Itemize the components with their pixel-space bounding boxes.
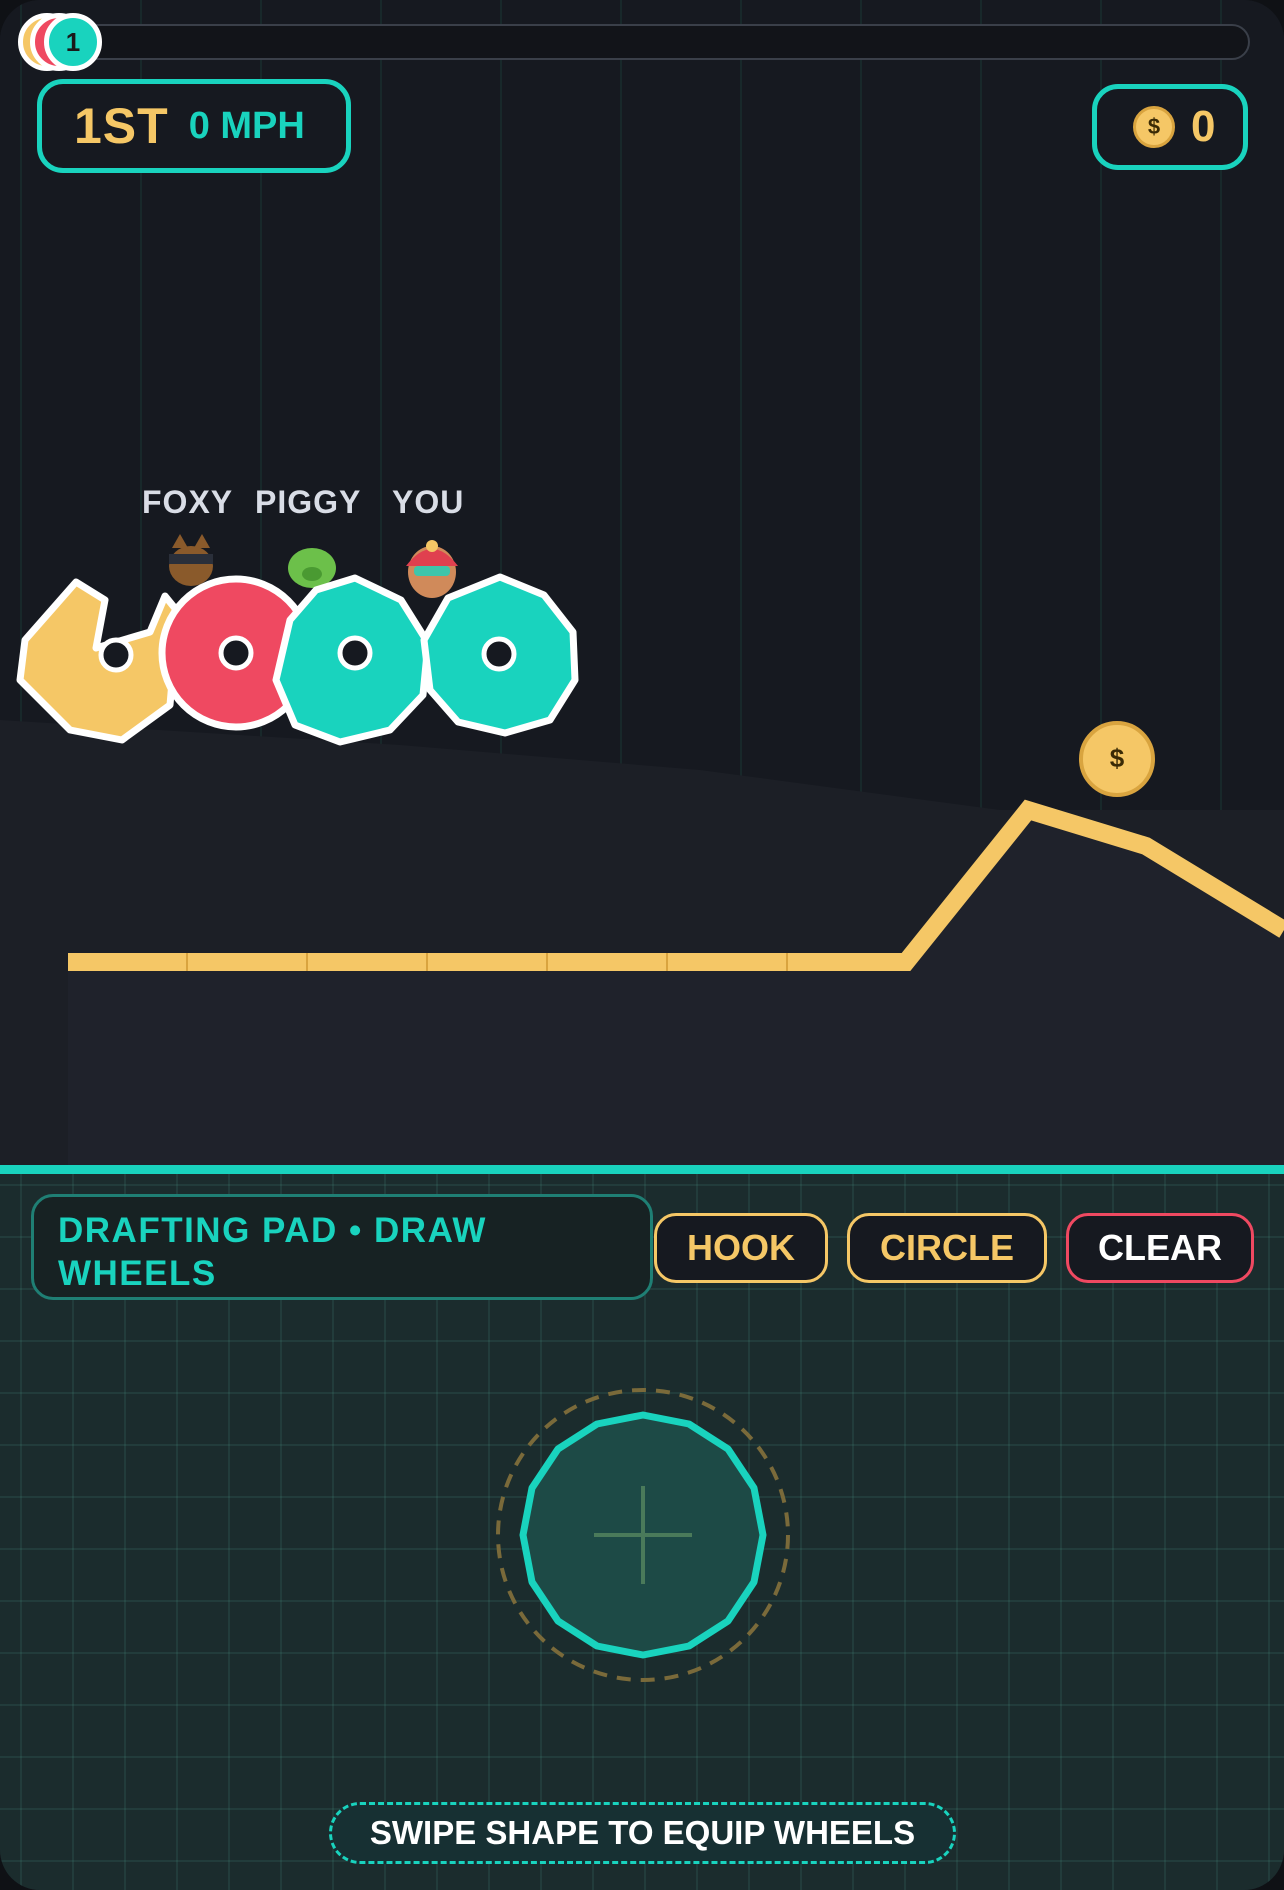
speed-readout: 0 MPH (188, 104, 305, 147)
piggy-avatar-icon (288, 548, 336, 588)
hook-button[interactable]: HOOK (654, 1213, 828, 1283)
svg-text:$: $ (1110, 743, 1125, 773)
racer-name-you: YOU (392, 484, 465, 520)
coin-counter: $ 0 (1092, 84, 1248, 170)
you-avatar-icon (406, 540, 458, 598)
game-screen: $ 1 1ST 0 MPH $ 0 FOXY PIGGY YOU DRAFTIN… (0, 0, 1284, 1890)
race-scene: $ (0, 534, 1284, 1167)
coin-count: 0 (1191, 102, 1216, 151)
progress-marker-you: 1 (44, 13, 102, 71)
race-progress-bar (60, 24, 1250, 60)
foxy-avatar-icon (169, 534, 213, 586)
track-coin[interactable]: $ (1079, 721, 1155, 797)
swipe-hint: SWIPE SHAPE TO EQUIP WHEELS (329, 1802, 956, 1864)
divider (0, 1165, 1284, 1174)
racer-name-piggy: PIGGY (255, 484, 362, 520)
player-position-label: 1 (65, 26, 81, 57)
clear-button[interactable]: CLEAR (1066, 1213, 1254, 1283)
race-place: 1ST (74, 98, 169, 154)
racer-name-foxy: FOXY (142, 484, 234, 520)
race-view: $ 1 1ST 0 MPH $ 0 FOXY PIGGY YOU (0, 0, 1284, 1167)
coin-icon: $ (1133, 106, 1175, 148)
race-status-panel: 1ST 0 MPH (37, 79, 351, 173)
circle-button[interactable]: CIRCLE (847, 1213, 1047, 1283)
drafting-pad-title: DRAFTING PAD • DRAW WHEELS (31, 1194, 653, 1300)
foxy-hook-wheel (16, 578, 182, 744)
drawing-canvas[interactable] (490, 1382, 796, 1688)
